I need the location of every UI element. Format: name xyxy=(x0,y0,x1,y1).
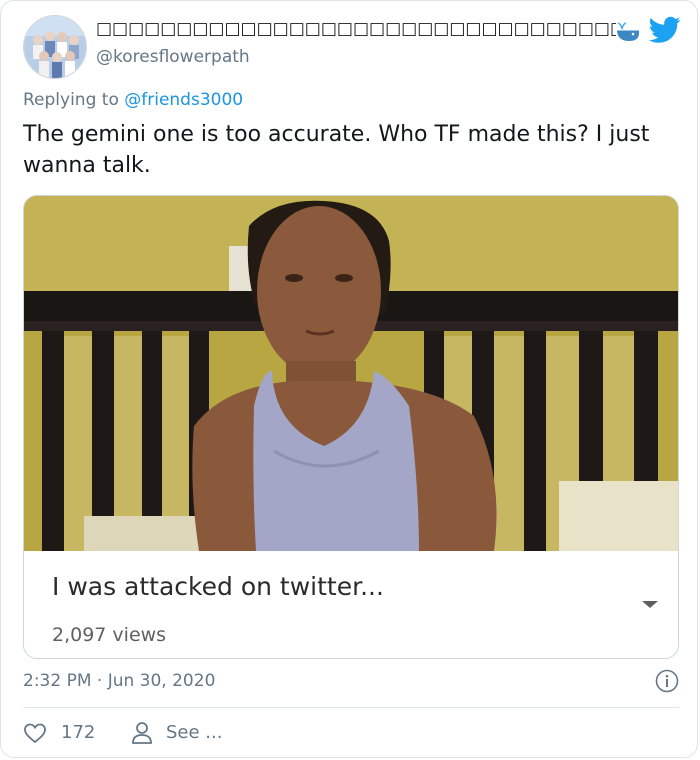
user-handle[interactable]: @koresflowerpath xyxy=(96,47,250,67)
tweet-card: □□□□□□□□□□□□□□□□□□□□□□□□□□□□□□□□□□□□□□□□… xyxy=(0,0,698,758)
reply-context: Replying to @friends3000 xyxy=(23,90,243,110)
avatar[interactable] xyxy=(23,15,87,79)
chevron-down-icon[interactable] xyxy=(642,601,658,608)
display-name[interactable]: □□□□□□□□□□□□□□□□□□□□□□□□□□□□□□□□□□□□□□□□… xyxy=(96,19,616,39)
video-title[interactable]: I was attacked on twitter... xyxy=(52,572,384,601)
like-count: 172 xyxy=(61,722,96,743)
whale-icon xyxy=(617,22,639,41)
video-thumbnail[interactable] xyxy=(24,196,679,551)
tweet-text: The gemini one is too accurate. Who TF m… xyxy=(23,122,650,178)
see-profile-link[interactable]: See ... xyxy=(166,722,222,743)
divider xyxy=(23,707,679,708)
media-card[interactable]: I was attacked on twitter... 2,097 views xyxy=(23,195,679,659)
video-views: 2,097 views xyxy=(52,624,167,646)
heart-icon[interactable] xyxy=(23,722,47,744)
reply-mention-link[interactable]: @friends3000 xyxy=(124,90,243,110)
person-icon[interactable] xyxy=(131,721,153,745)
tweet-timestamp[interactable]: 2:32 PM · Jun 30, 2020 xyxy=(23,671,215,691)
twitter-bird-icon[interactable] xyxy=(649,16,681,44)
info-icon[interactable] xyxy=(655,669,679,693)
reply-prefix: Replying to xyxy=(23,90,125,110)
